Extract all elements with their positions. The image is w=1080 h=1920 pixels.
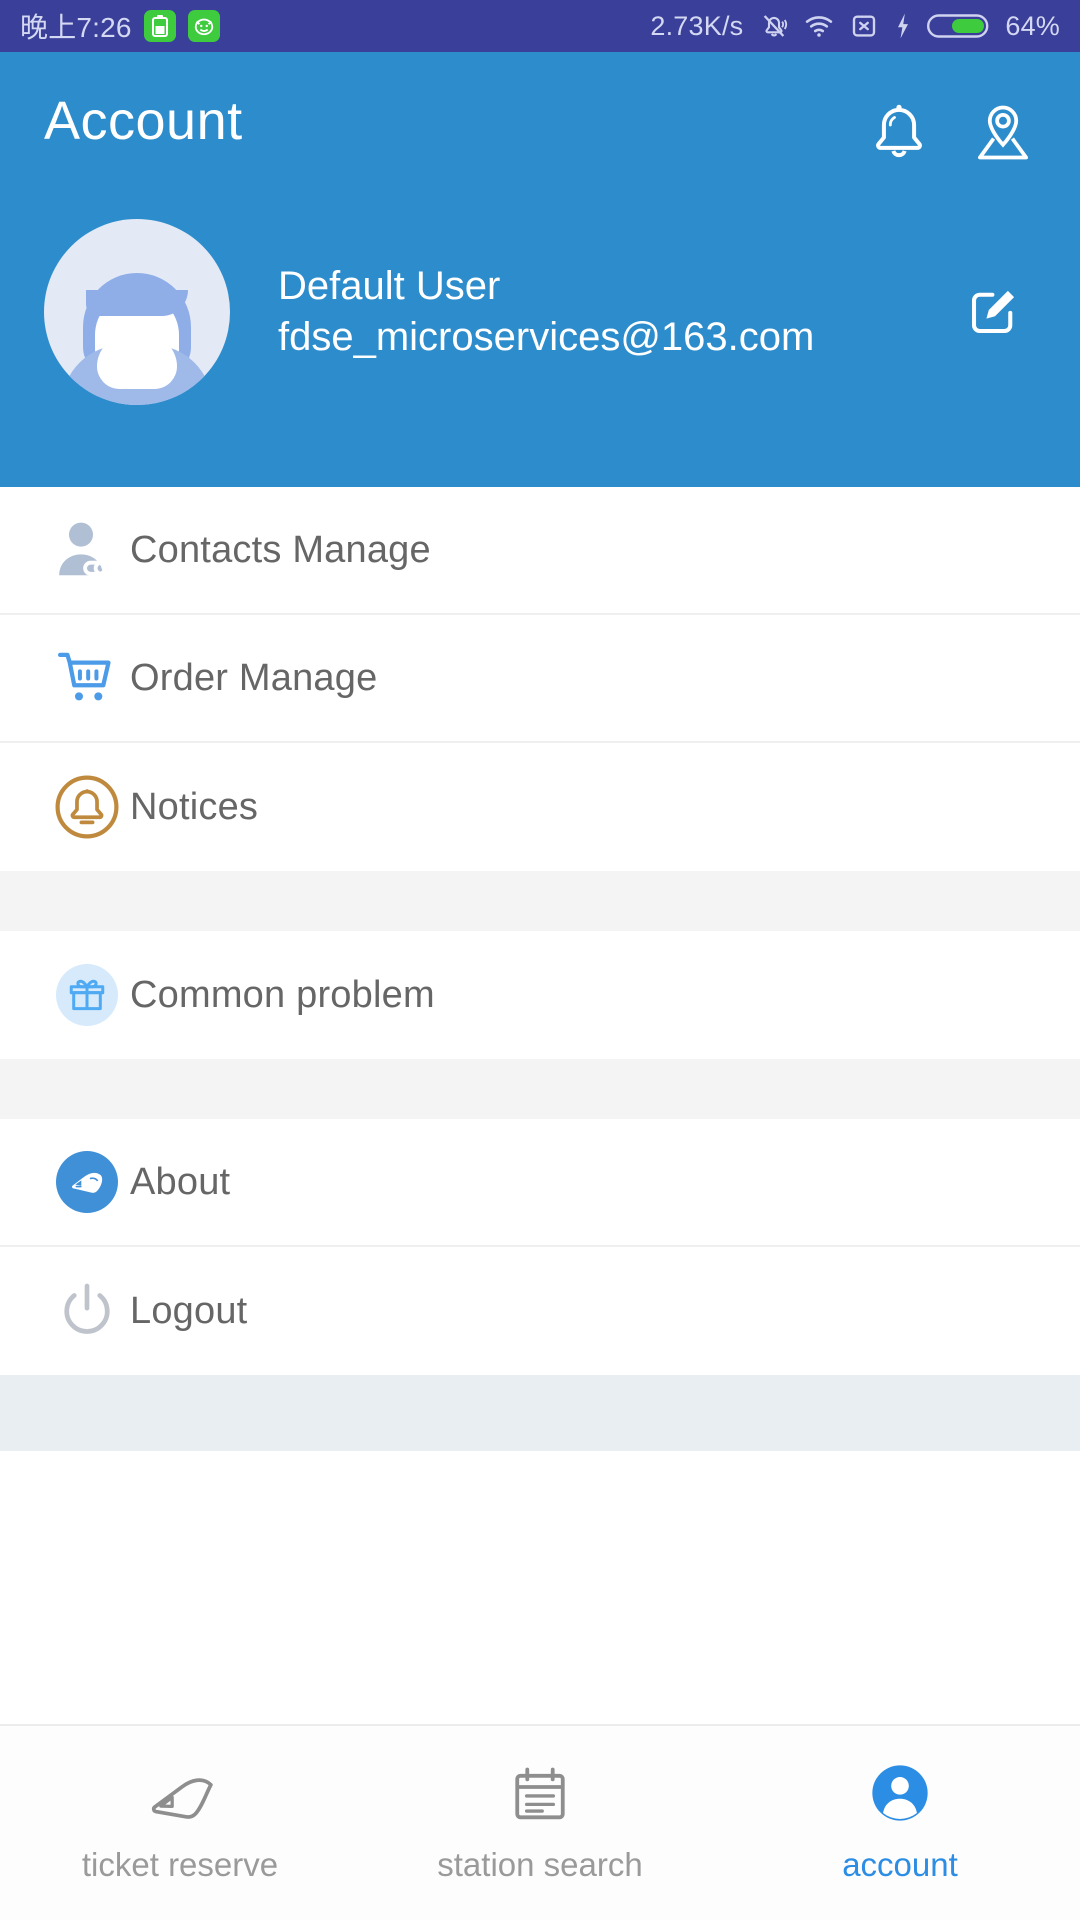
train-circle-icon (44, 1151, 130, 1213)
avatar (44, 219, 230, 405)
profile-section[interactable]: Default User fdse_microservices@163.com (44, 219, 1036, 405)
nav-item-account[interactable]: account (720, 1726, 1080, 1920)
nav-item-label: account (842, 1846, 958, 1883)
bell-icon[interactable] (868, 100, 930, 171)
account-header: Account Default User fdse_microservices@… (0, 52, 1080, 487)
menu-item-label: Common problem (130, 973, 435, 1016)
edit-pencil-icon[interactable] (964, 279, 1026, 346)
status-bar: 晚上7:26 2.73K/s 64% (0, 0, 1080, 52)
account-circle-icon (869, 1762, 931, 1824)
header-actions (868, 94, 1036, 171)
menu-item-logout[interactable]: Logout (0, 1247, 1080, 1375)
menu-item-order-manage[interactable]: Order Manage (0, 615, 1080, 743)
list-group-separator (0, 1059, 1080, 1119)
battery-percent: 64% (1005, 10, 1060, 41)
status-bar-right: 2.73K/s 64% (650, 11, 1060, 42)
wifi-icon (803, 11, 835, 41)
train-outline-icon (143, 1762, 217, 1824)
menu-item-label: Order Manage (130, 656, 378, 699)
power-off-icon (44, 1278, 130, 1344)
bell-circle-icon (44, 772, 130, 842)
charging-bolt-icon (893, 11, 913, 41)
nav-item-label: station search (437, 1846, 643, 1883)
menu-item-contacts-manage[interactable]: Contacts Manage (0, 487, 1080, 615)
bottom-navigation: ticket reserve station search account (0, 1724, 1080, 1920)
menu-item-common-problem[interactable]: Common problem (0, 931, 1080, 1059)
menu-item-label: Notices (130, 785, 259, 828)
train-icon-badge (56, 1151, 118, 1213)
menu-item-label: Logout (130, 1289, 248, 1332)
map-pin-icon[interactable] (970, 100, 1036, 171)
no-sim-icon (849, 11, 879, 41)
profile-text: Default User fdse_microservices@163.com (278, 261, 958, 363)
bell-muted-icon (759, 11, 789, 41)
status-bar-left: 晚上7:26 (20, 6, 220, 46)
clipboard-list-icon (509, 1762, 571, 1824)
nav-item-label: ticket reserve (81, 1846, 279, 1883)
profile-email: fdse_microservices@163.com (278, 315, 815, 359)
battery-icon (927, 12, 989, 40)
profile-name: Default User (278, 263, 501, 308)
menu-item-about[interactable]: About (0, 1119, 1080, 1247)
contacts-person-link-icon (44, 514, 130, 586)
settings-list: Contacts Manage Order Manage Notices Com… (0, 487, 1080, 1451)
network-speed: 2.73K/s (650, 10, 744, 41)
shopping-cart-icon (44, 645, 130, 711)
avatar-fringe (86, 289, 188, 316)
status-time: 晚上7:26 (20, 12, 132, 43)
avatar-neck (97, 335, 177, 389)
menu-item-label: About (130, 1160, 231, 1203)
list-bottom-spacer (0, 1375, 1080, 1451)
gift-box-icon (44, 964, 130, 1026)
nav-item-station-search[interactable]: station search (360, 1726, 720, 1920)
monster-toy-icon (187, 10, 220, 42)
menu-item-label: Contacts Manage (130, 528, 431, 571)
menu-item-notices[interactable]: Notices (0, 743, 1080, 871)
header-top-bar: Account (44, 52, 1036, 171)
gift-icon-badge (56, 964, 118, 1026)
battery-saver-icon (143, 10, 176, 42)
list-group-separator (0, 871, 1080, 931)
page-title: Account (44, 91, 243, 151)
nav-item-ticket-reserve[interactable]: ticket reserve (0, 1726, 360, 1920)
